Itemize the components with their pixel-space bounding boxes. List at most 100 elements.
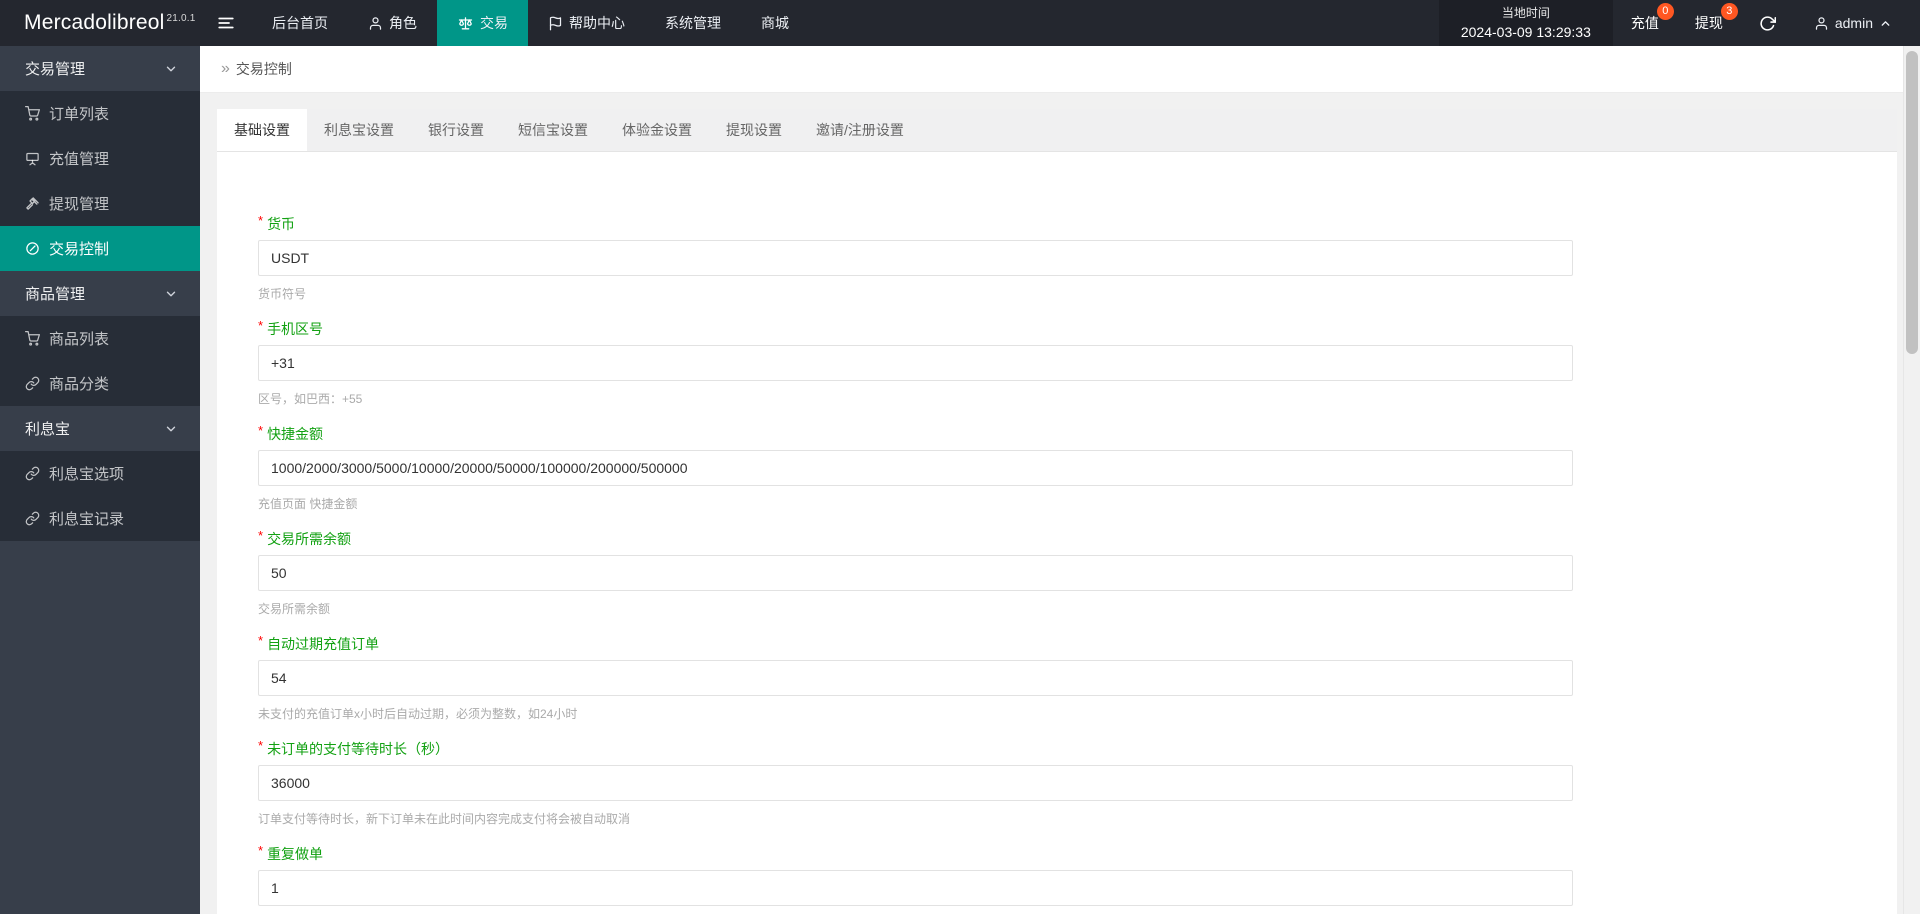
admin-app: Mercadolibreol 21.0.1 后台首页 角色 交易 帮助中心 系统…	[0, 0, 1920, 914]
tab-basic-settings[interactable]: 基础设置	[217, 109, 307, 151]
withdraw-shortcut[interactable]: 提现 3	[1677, 0, 1741, 46]
sidebar-collapse-button[interactable]	[200, 0, 252, 46]
form-group-quick-amounts: * 快捷金额 充值页面 快捷金额	[258, 422, 1897, 512]
sidebar-group-lixibao-label: 利息宝	[25, 421, 71, 438]
nav-item-roles[interactable]: 角色	[348, 0, 437, 46]
chevron-up-icon	[1879, 17, 1892, 30]
form-group-auto-expire-order: * 自动过期充值订单 未支付的充值订单x小时后自动过期，必须为整数，如24小时	[258, 632, 1897, 722]
nav-item-help-label: 帮助中心	[569, 15, 625, 31]
required-balance-help: 交易所需余额	[258, 602, 331, 616]
pay-wait-seconds-input[interactable]	[258, 765, 1573, 801]
required-marker: *	[258, 422, 264, 438]
sidebar-item-recharge-mgmt-label: 充值管理	[49, 151, 110, 168]
nav-item-trade[interactable]: 交易	[437, 0, 528, 46]
form-group-required-balance: * 交易所需余额 交易所需余额	[258, 528, 1897, 617]
field-label: * 重复做单	[258, 842, 1897, 864]
auto-expire-order-label: 自动过期充值订单	[267, 636, 380, 652]
sidebar-item-trade-control[interactable]: 交易控制	[0, 226, 200, 271]
breadcrumb-separator-icon: »	[221, 60, 230, 77]
tab-invite-register-settings[interactable]: 邀请/注册设置	[799, 109, 921, 151]
tab-trial-fund-settings[interactable]: 体验金设置	[605, 109, 709, 151]
tab-lixibao-settings[interactable]: 利息宝设置	[307, 109, 411, 151]
field-label: * 交易所需余额	[258, 528, 1897, 549]
tab-bank-settings[interactable]: 银行设置	[411, 109, 501, 151]
sidebar-item-order-list[interactable]: 订单列表	[0, 91, 200, 136]
form-group-pay-wait-seconds: * 未订单的支付等待时长（秒） 订单支付等待时长，新下订单未在此时间内容完成支付…	[258, 737, 1897, 827]
settings-card: 基础设置 利息宝设置 银行设置 短信宝设置 体验金设置 提现设置 邀请/注册设置…	[217, 109, 1897, 914]
required-marker: *	[258, 632, 264, 648]
user-icon	[368, 16, 383, 31]
nav-item-mall[interactable]: 商城	[741, 0, 809, 46]
required-marker: *	[258, 317, 264, 333]
required-marker: *	[258, 842, 264, 858]
field-label: * 快捷金额	[258, 422, 1897, 444]
basic-settings-form: * 货币 货币符号 * 手机区号 区号，如巴西：+55	[217, 152, 1897, 914]
field-label: * 未订单的支付等待时长（秒）	[258, 737, 1897, 759]
required-balance-label: 交易所需余额	[267, 531, 352, 547]
nav-item-home-label: 后台首页	[272, 15, 328, 31]
quick-amounts-label: 快捷金额	[267, 426, 324, 442]
gavel-icon	[25, 196, 40, 211]
cart-icon	[25, 331, 40, 346]
sidebar-item-lixibao-options-label: 利息宝选项	[49, 466, 125, 483]
nav-item-trade-label: 交易	[480, 15, 508, 31]
tab-sms-settings[interactable]: 短信宝设置	[501, 109, 605, 151]
link-icon	[25, 511, 40, 526]
breadcrumb-current: 交易控制	[235, 61, 292, 77]
nav-item-system-label: 系统管理	[665, 15, 721, 31]
refresh-icon	[1759, 15, 1776, 32]
username-label: admin	[1834, 15, 1873, 31]
top-navbar: Mercadolibreol 21.0.1 后台首页 角色 交易 帮助中心 系统…	[0, 0, 1920, 46]
user-menu[interactable]: admin	[1794, 0, 1920, 46]
sidebar-item-goods-list-label: 商品列表	[49, 331, 110, 348]
refresh-button[interactable]	[1741, 0, 1794, 46]
admin-user-icon	[1814, 16, 1829, 31]
required-balance-input[interactable]	[258, 555, 1573, 591]
sidebar-item-trade-control-label: 交易控制	[49, 241, 110, 258]
withdraw-badge: 3	[1720, 3, 1738, 20]
nav-item-mall-label: 商城	[761, 15, 789, 31]
chevron-down-icon	[164, 62, 178, 76]
auto-expire-order-help: 未支付的充值订单x小时后自动过期，必须为整数，如24小时	[258, 707, 578, 721]
pay-wait-seconds-label: 未订单的支付等待时长（秒）	[267, 741, 450, 757]
currency-input[interactable]	[258, 240, 1573, 276]
scrollbar-thumb[interactable]	[1906, 51, 1918, 354]
nav-item-system[interactable]: 系统管理	[645, 0, 741, 46]
recharge-badge: 0	[1656, 3, 1674, 20]
sidebar-group-goods[interactable]: 商品管理	[0, 271, 200, 316]
sidebar-item-lixibao-options[interactable]: 利息宝选项	[0, 451, 200, 496]
tab-withdraw-settings[interactable]: 提现设置	[709, 109, 799, 151]
recharge-shortcut[interactable]: 充值 0	[1613, 0, 1677, 46]
chevron-down-icon	[164, 287, 178, 301]
required-marker: *	[258, 737, 264, 753]
sidebar-group-goods-label: 商品管理	[25, 286, 86, 303]
quick-amounts-input[interactable]	[258, 450, 1573, 486]
local-time-block: 当地时间 2024-03-09 13:29:33	[1438, 0, 1613, 46]
auto-expire-order-input[interactable]	[258, 660, 1573, 696]
nav-item-home[interactable]: 后台首页	[252, 0, 348, 46]
link-icon	[25, 466, 40, 481]
repeat-order-input[interactable]	[258, 870, 1573, 906]
nav-item-help-center[interactable]: 帮助中心	[528, 0, 645, 46]
sidebar-item-lixibao-records[interactable]: 利息宝记录	[0, 496, 200, 541]
scales-icon	[457, 15, 474, 32]
sidebar-item-withdraw-mgmt[interactable]: 提现管理	[0, 181, 200, 226]
scrollbar[interactable]	[1903, 46, 1920, 914]
sidebar-item-recharge-mgmt[interactable]: 充值管理	[0, 136, 200, 181]
local-time-label: 当地时间	[1501, 5, 1550, 20]
phone-code-input[interactable]	[258, 345, 1573, 381]
currency-help: 货币符号	[258, 287, 307, 301]
field-label: * 货币	[258, 213, 1897, 234]
sidebar-item-goods-category[interactable]: 商品分类	[0, 361, 200, 406]
sidebar-group-lixibao[interactable]: 利息宝	[0, 406, 200, 451]
field-label: * 自动过期充值订单	[258, 632, 1897, 654]
sidebar-group-trade[interactable]: 交易管理	[0, 46, 200, 91]
board-icon	[25, 151, 40, 166]
sidebar-item-goods-list[interactable]: 商品列表	[0, 316, 200, 361]
sidebar: 交易管理 订单列表 充值管理 提现管理 交易控制 商品管理 商品列表 商品分类 …	[0, 46, 200, 914]
main-content: » 交易控制 基础设置 利息宝设置 银行设置 短信宝设置 体验金设置 提现设置 …	[200, 46, 1903, 914]
local-time-value: 2024-03-09 13:29:33	[1460, 23, 1591, 40]
hamburger-icon	[217, 14, 235, 32]
app-logo: Mercadolibreol 21.0.1	[24, 11, 196, 34]
settings-tabs: 基础设置 利息宝设置 银行设置 短信宝设置 体验金设置 提现设置 邀请/注册设置	[217, 109, 1897, 152]
